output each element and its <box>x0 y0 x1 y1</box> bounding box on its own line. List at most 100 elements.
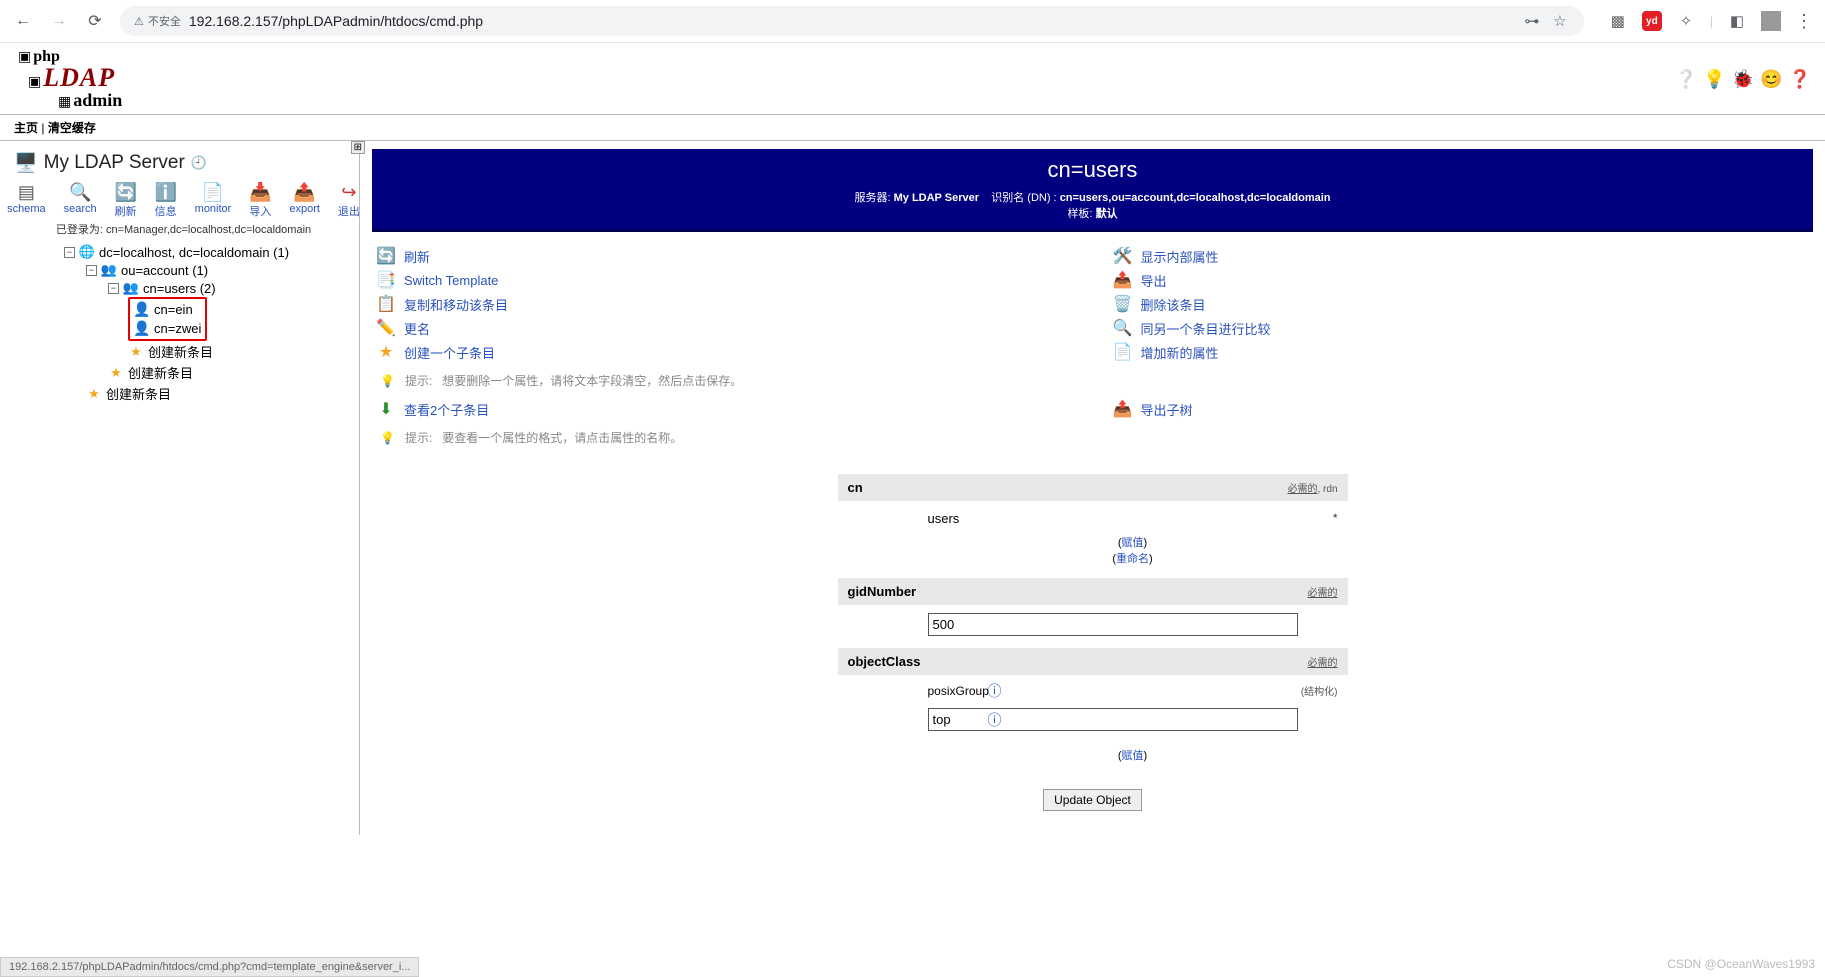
extension-icon-1[interactable]: ▩ <box>1608 11 1628 31</box>
browser-right: ▩ yd ✧ | ◧ ⋮ <box>1598 11 1813 32</box>
trash-icon: 🗑️ <box>1113 294 1133 314</box>
action-rename[interactable]: ✏️更名 <box>376 318 1073 338</box>
logo-row: ▣php ▣LDAP ▦admin ❔ 💡 🐞 😊 ❓ <box>0 43 1825 114</box>
export-icon: 📤 <box>1113 270 1133 290</box>
template-label: 样板: <box>1067 208 1092 220</box>
chrome-menu-icon[interactable]: ⋮ <box>1795 11 1813 32</box>
tool-import[interactable]: 📥导入 <box>249 181 271 219</box>
nav-row: 主页 | 清空缓存 <box>0 114 1825 141</box>
tree-create-entry-3[interactable]: ★ 创建新条目 <box>108 362 355 383</box>
action-compare[interactable]: 🔍同另一个条目进行比较 <box>1113 318 1810 338</box>
attr-body-cn: users * (赋值) (重命名) <box>838 501 1348 578</box>
cn-rename-link[interactable]: 重命名 <box>1116 553 1149 565</box>
entry-dn[interactable]: cn=users,ou=account,dc=localhost,dc=loca… <box>1060 192 1331 204</box>
tool-logout[interactable]: ↪退出 <box>338 181 360 219</box>
info-icon[interactable]: ⓘ <box>988 681 1002 701</box>
bulb-icon[interactable]: 💡 <box>1703 69 1725 90</box>
action-add-attr[interactable]: 📄增加新的属性 <box>1113 342 1810 362</box>
oc-row-posixgroup: ⓘ posixGroup (结构化) <box>928 683 1338 698</box>
action-refresh[interactable]: 🔄刷新 <box>376 246 1073 266</box>
smiley-icon[interactable]: 😊 <box>1760 69 1782 90</box>
action-create-child[interactable]: ★创建一个子条目 <box>376 342 1073 362</box>
tree-cn-ein[interactable]: 👤 cn=ein <box>134 300 201 319</box>
star-icon: ★ <box>128 344 144 360</box>
status-bar: 192.168.2.157/phpLDAPadmin/htdocs/cmd.ph… <box>0 957 419 977</box>
update-object-button[interactable]: Update Object <box>1043 789 1142 811</box>
oc-sub-actions: (赋值) <box>928 741 1338 763</box>
question-circle-icon[interactable]: ❓ <box>1789 69 1811 90</box>
left-panel: ⊞ 🖥️ My LDAP Server 🕘 ▤schema 🔍search 🔄刷… <box>0 141 360 835</box>
url-bar[interactable]: ⚠ 不安全 192.168.2.157/phpLDAPadmin/htdocs/… <box>120 6 1584 36</box>
oc-value-posixgroup: posixGroup <box>928 684 989 698</box>
collapse-icon[interactable]: − <box>86 265 97 276</box>
key-icon[interactable]: ⊶ <box>1522 11 1542 31</box>
tool-refresh[interactable]: 🔄刷新 <box>115 181 137 219</box>
ou-icon: 👥 <box>123 280 139 296</box>
top-right-icons: ❔ 💡 🐞 😊 ❓ <box>1675 69 1811 90</box>
tool-monitor[interactable]: 📄monitor <box>195 181 232 219</box>
login-prefix: 已登录为: <box>56 224 103 236</box>
action-copy-move[interactable]: 📋复制和移动该条目 <box>376 294 1073 314</box>
action-switch-template[interactable]: 📑Switch Template <box>376 270 1073 290</box>
action-view-children[interactable]: ⬇查看2个子条目 <box>376 399 1073 419</box>
attr-name-gidnumber[interactable]: gidNumber <box>848 584 917 599</box>
profile-icon[interactable] <box>1761 11 1781 31</box>
help-icon[interactable]: ❔ <box>1675 69 1697 90</box>
attr-name-cn[interactable]: cn <box>848 480 863 495</box>
server-title: 🖥️ My LDAP Server 🕘 <box>14 151 355 175</box>
globe-icon: 🌐 <box>79 244 95 260</box>
extensions-puzzle-icon[interactable]: ✧ <box>1676 11 1696 31</box>
hint-delete-attr: 💡 提示: 想要删除一个属性，请将文本字段清空，然后点击保存。 <box>376 366 1809 395</box>
rdn-link[interactable]: rdn <box>1323 484 1337 495</box>
tree-create-entry-2[interactable]: ★ 创建新条目 <box>86 383 355 404</box>
action-delete[interactable]: 🗑️删除该条目 <box>1113 294 1810 314</box>
tool-info[interactable]: ℹ️信息 <box>155 181 177 219</box>
attr-name-objectclass[interactable]: objectClass <box>848 654 921 669</box>
cn-value: users <box>928 511 960 526</box>
tree-create-label: 创建新条目 <box>148 342 213 361</box>
browser-toolbar: ← → ⟳ ⚠ 不安全 192.168.2.157/phpLDAPadmin/h… <box>0 0 1825 43</box>
export-subtree-icon: 📤 <box>1113 399 1133 419</box>
tree-ou-label: ou=account (1) <box>121 263 208 278</box>
back-button[interactable]: ← <box>12 10 34 32</box>
star-icon: ★ <box>108 365 124 381</box>
down-arrow-icon: ⬇ <box>376 399 396 419</box>
ou-icon: 👥 <box>101 262 117 278</box>
attr-body-objectclass: ⓘ posixGroup (结构化) ⓘ (赋值) <box>838 675 1348 775</box>
search-icon: 🔍 <box>69 181 91 203</box>
tool-schema[interactable]: ▤schema <box>7 181 46 219</box>
collapse-icon[interactable]: − <box>108 283 119 294</box>
info-icon: ℹ️ <box>155 181 177 203</box>
tools-icon: 🛠️ <box>1113 246 1133 266</box>
login-dn: cn=Manager,dc=localhost,dc=localdomain <box>106 224 311 236</box>
sidepanel-icon[interactable]: ◧ <box>1727 11 1747 31</box>
yd-extension-icon[interactable]: yd <box>1642 11 1662 31</box>
action-show-internal[interactable]: 🛠️显示内部属性 <box>1113 246 1810 266</box>
column-grip-icon[interactable]: ⊞ <box>351 141 365 154</box>
gidnumber-input[interactable] <box>928 613 1298 636</box>
oc-assign-link[interactable]: 赋值 <box>1122 750 1144 762</box>
info-icon[interactable]: ⓘ <box>988 710 1002 730</box>
action-export-subtree[interactable]: 📤导出子树 <box>1113 399 1810 419</box>
tree-cn-zwei[interactable]: 👤 cn=zwei <box>134 319 201 338</box>
phpldapadmin-logo: ▣php ▣LDAP ▦admin <box>18 49 122 110</box>
bug-icon[interactable]: 🐞 <box>1732 69 1754 90</box>
collapse-icon[interactable]: − <box>64 247 75 258</box>
star-icon[interactable]: ☆ <box>1550 11 1570 31</box>
nav-purge[interactable]: 清空缓存 <box>48 121 96 135</box>
tool-search[interactable]: 🔍search <box>64 181 97 219</box>
forward-button[interactable]: → <box>48 10 70 32</box>
tree-ou-account[interactable]: − 👥 ou=account (1) <box>86 261 355 279</box>
oc-input-top[interactable] <box>928 708 1298 731</box>
tool-export[interactable]: 📤export <box>289 181 320 219</box>
tree-cn-users[interactable]: − 👥 cn=users (2) <box>108 279 355 297</box>
action-export[interactable]: 📤导出 <box>1113 270 1810 290</box>
reload-button[interactable]: ⟳ <box>84 10 106 32</box>
tree-create-entry-4[interactable]: ★ 创建新条目 <box>128 341 355 362</box>
tree-cn-users-label: cn=users (2) <box>143 281 216 296</box>
template-icon: 📑 <box>376 270 396 290</box>
cn-assign-link[interactable]: 赋值 <box>1122 537 1144 549</box>
tree-root[interactable]: − 🌐 dc=localhost, dc=localdomain (1) <box>64 243 355 261</box>
nav-home[interactable]: 主页 <box>14 121 38 135</box>
attr-header-cn: cn 必需的, rdn <box>838 474 1348 501</box>
